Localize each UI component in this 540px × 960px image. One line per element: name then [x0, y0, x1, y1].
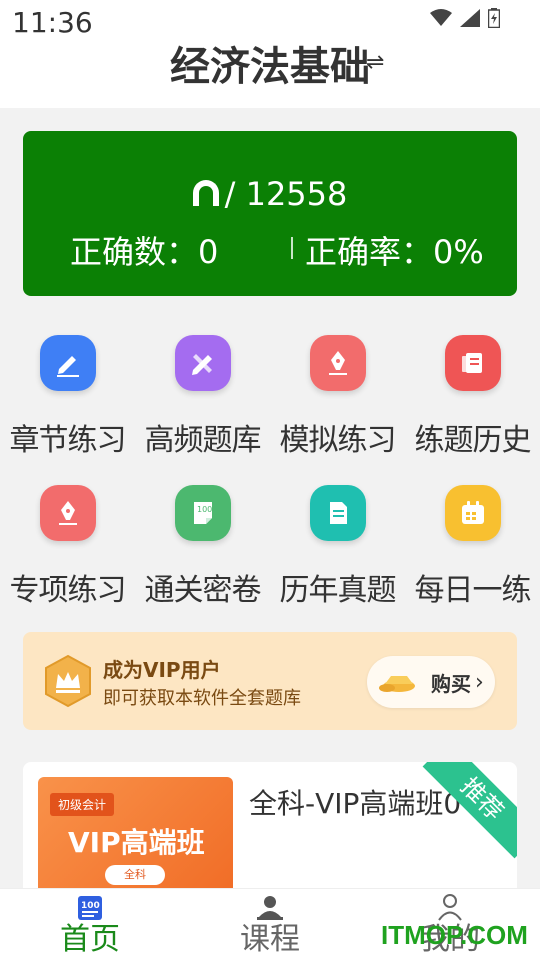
feature-chapter-practice[interactable]: 章节练习	[0, 335, 135, 459]
total-questions: / 12558	[224, 175, 348, 213]
pen-nib-icon	[309, 335, 366, 391]
feature-past-exams[interactable]: 历年真题	[270, 485, 405, 609]
feature-special-practice[interactable]: 专项练习	[0, 485, 135, 609]
battery-icon	[488, 8, 500, 28]
tab-courses-label: 课程	[240, 922, 300, 957]
wifi-icon	[430, 9, 452, 26]
thumb-title: VIP高端班	[68, 826, 205, 859]
arch-icon	[192, 180, 219, 206]
calendar-icon	[444, 485, 501, 541]
buy-label: 购买	[431, 671, 471, 696]
feature-label: 章节练习	[9, 423, 127, 458]
pen-nib-icon	[39, 485, 96, 541]
chevron-right-icon: ›	[475, 669, 484, 695]
signal-icon	[460, 9, 480, 27]
status-time: 11:36	[12, 6, 93, 39]
score-card: / 12558 正确数：0 正确率：0%	[23, 131, 517, 296]
page-title[interactable]: 经济法基础	[0, 44, 540, 90]
buy-button[interactable]: 购买 ›	[367, 656, 495, 708]
feature-label: 专项练习	[9, 573, 127, 608]
feature-label: 历年真题	[279, 573, 397, 608]
vip-title: 成为VIP用户	[103, 658, 221, 682]
thumb-pill: 全科	[105, 865, 165, 885]
status-bar: 11:36	[0, 0, 540, 44]
history-note-icon	[444, 335, 501, 391]
vip-banner[interactable]: 成为VIP用户 即可获取本软件全套题库 购买 ›	[23, 632, 517, 730]
tab-home[interactable]: 100 首页	[0, 889, 180, 960]
home-book-icon: 100	[78, 896, 102, 920]
feature-practice-history[interactable]: 练题历史	[405, 335, 540, 459]
swap-icon[interactable]: ⇌	[366, 50, 384, 75]
svg-text:100: 100	[81, 901, 100, 911]
correct-rate: 正确率：0%	[305, 233, 484, 271]
gold-coins-icon	[379, 676, 415, 692]
document-icon	[309, 485, 366, 541]
feature-mock-practice[interactable]: 模拟练习	[270, 335, 405, 459]
svg-text:100: 100	[197, 505, 212, 514]
user-icon	[438, 894, 462, 921]
edit-icon	[39, 335, 96, 391]
feature-label: 模拟练习	[279, 423, 397, 458]
stat-divider	[291, 237, 293, 259]
tab-home-label: 首页	[60, 922, 120, 957]
feature-label: 每日一练	[414, 573, 532, 608]
course-name: 全科-VIP高端班0	[249, 787, 462, 820]
feature-secret-papers[interactable]: 100 通关密卷	[135, 485, 270, 609]
feature-high-frequency[interactable]: 高频题库	[135, 335, 270, 459]
feature-label: 练题历史	[414, 423, 532, 458]
feature-daily-practice[interactable]: 每日一练	[405, 485, 540, 609]
feature-label: 高频题库	[144, 423, 262, 458]
progress-display: / 12558	[23, 175, 517, 213]
tab-courses[interactable]: 课程	[180, 889, 360, 960]
correct-count: 正确数：0	[70, 233, 219, 271]
app-header: 经济法基础 ⇌	[0, 44, 540, 108]
thumb-tag: 初级会计	[50, 793, 115, 816]
teacher-icon	[257, 896, 283, 920]
pencil-ruler-icon	[174, 335, 231, 391]
score-paper-icon: 100	[174, 485, 231, 541]
feature-label: 通关密卷	[144, 573, 262, 608]
crown-badge-icon	[45, 654, 91, 708]
vip-subtitle: 即可获取本软件全套题库	[103, 688, 301, 709]
status-icons	[430, 8, 500, 28]
watermark: ITMOP.COM	[381, 920, 528, 950]
